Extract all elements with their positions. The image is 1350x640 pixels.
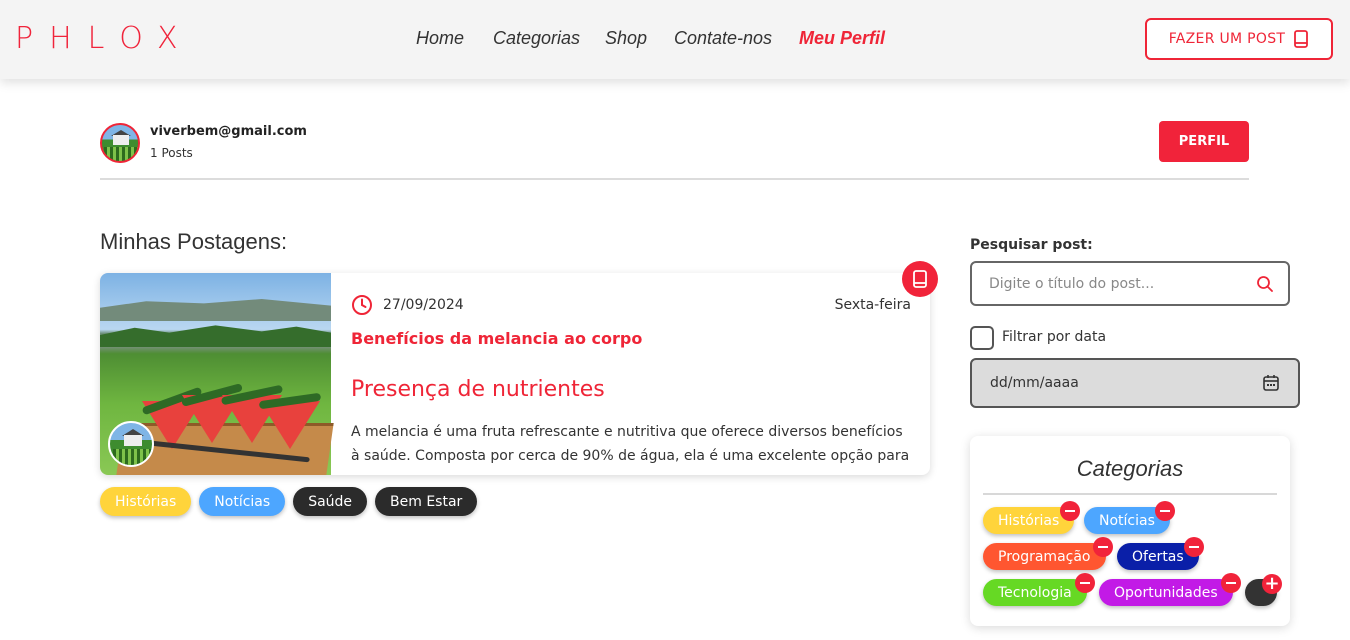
profile-row: viverbem@gmail.com 1 Posts PERFIL — [100, 120, 1249, 180]
nav-meu-perfil[interactable]: Meu Perfil — [799, 28, 885, 49]
post-body: 27/09/2024 Sexta-feira Benefícios da mel… — [351, 273, 911, 475]
perfil-button[interactable]: PERFIL — [1159, 121, 1249, 162]
profile-posts-count: 1 Posts — [150, 146, 193, 160]
nav-categorias[interactable]: Categorias — [493, 28, 605, 49]
post-excerpt: A melancia é uma fruta refrescante e nut… — [351, 424, 910, 464]
nav-contate-nos[interactable]: Contate-nos — [674, 28, 799, 49]
avatar[interactable] — [100, 123, 140, 163]
calendar-icon[interactable] — [1262, 374, 1280, 392]
nav-shop[interactable]: Shop — [605, 28, 674, 49]
tag-saude[interactable]: Saúde — [293, 487, 368, 516]
tag-bem-estar[interactable]: Bem Estar — [375, 487, 478, 516]
tag-noticias[interactable]: Notícias — [199, 487, 286, 516]
filter-date-checkbox[interactable] — [970, 326, 994, 350]
remove-category-icon[interactable] — [1075, 573, 1095, 593]
remove-category-icon[interactable] — [1221, 573, 1241, 593]
main-nav: Home Categorias Shop Contate-nos Meu Per… — [416, 28, 885, 49]
filter-date-label: Filtrar por data — [1002, 329, 1107, 345]
book-icon — [1294, 30, 1309, 48]
date-input[interactable]: dd/mm/aaaa — [970, 358, 1300, 408]
nav-home[interactable]: Home — [416, 28, 493, 49]
book-icon — [913, 270, 927, 288]
section-title: Minhas Postagens: — [100, 229, 288, 254]
category-chip-oportunidades[interactable]: Oportunidades — [1099, 579, 1233, 606]
tag-historias[interactable]: Histórias — [100, 487, 192, 516]
categories-title: Categorias — [1076, 456, 1184, 481]
post-tags: Histórias Notícias Saúde Bem Estar — [100, 487, 478, 516]
clock-icon — [352, 295, 372, 315]
post-image — [100, 273, 334, 475]
fazer-post-button[interactable]: FAZER UM POST — [1145, 18, 1333, 60]
post-book-badge[interactable] — [902, 261, 938, 297]
remove-category-icon[interactable] — [1155, 501, 1175, 521]
remove-category-icon[interactable] — [1060, 501, 1080, 521]
add-category-icon[interactable]: + — [1262, 574, 1282, 594]
fazer-post-label: FAZER UM POST — [1168, 31, 1286, 47]
top-header: PHLOX Home Categorias Shop Contate-nos M… — [0, 0, 1350, 79]
category-chip-programacao[interactable]: Programação — [983, 543, 1106, 570]
post-subtitle: Presença de nutrientes — [351, 377, 605, 402]
categories-panel: Categorias Histórias Notícias Programaçã… — [970, 436, 1290, 626]
search-icon[interactable] — [1256, 275, 1274, 293]
post-card[interactable]: 27/09/2024 Sexta-feira Benefícios da mel… — [100, 273, 930, 475]
post-date: 27/09/2024 — [383, 297, 464, 313]
post-title[interactable]: Benefícios da melancia ao corpo — [351, 329, 642, 348]
remove-category-icon[interactable] — [1184, 537, 1204, 557]
remove-category-icon[interactable] — [1093, 537, 1113, 557]
post-author-avatar — [108, 421, 154, 467]
post-weekday: Sexta-feira — [834, 297, 911, 313]
profile-email: viverbem@gmail.com — [150, 124, 307, 139]
logo[interactable]: PHLOX — [15, 24, 194, 54]
category-chip-tecnologia[interactable]: Tecnologia — [983, 579, 1087, 606]
divider — [983, 493, 1277, 495]
search-label: Pesquisar post: — [970, 237, 1093, 253]
search-input[interactable]: Digite o título do post... — [970, 261, 1290, 306]
search-placeholder: Digite o título do post... — [989, 276, 1155, 292]
date-placeholder: dd/mm/aaaa — [990, 375, 1079, 391]
